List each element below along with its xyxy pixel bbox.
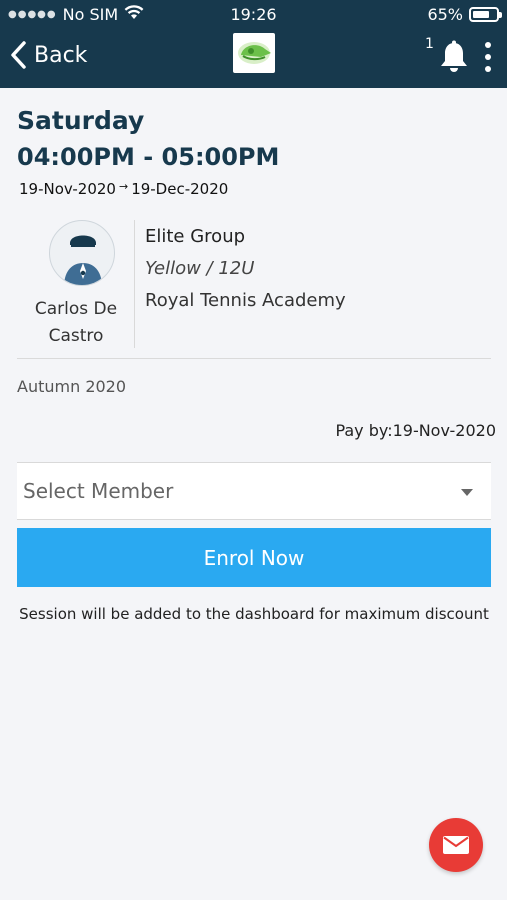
start-date: 19-Nov-2020	[19, 180, 116, 198]
session-time: 04:00PM - 05:00PM	[17, 143, 280, 171]
enrol-now-button[interactable]: Enrol Now	[17, 528, 491, 587]
select-member-dropdown[interactable]: Select Member	[17, 462, 491, 520]
back-label: Back	[34, 42, 88, 68]
pay-by-date: Pay by:19-Nov-2020	[335, 421, 496, 440]
notifications-button[interactable]	[438, 40, 470, 78]
academy-name: Royal Tennis Academy	[145, 290, 346, 311]
tennis-cap-logo-icon	[238, 42, 271, 64]
coach-card: Carlos De Castro	[17, 220, 135, 348]
chevron-left-icon	[11, 41, 26, 69]
discount-note: Session will be added to the dashboard f…	[19, 605, 489, 623]
status-right: 65%	[427, 5, 502, 24]
session-date-range: 19-Nov-2020 → 19-Dec-2020	[19, 179, 229, 199]
end-date: 19-Dec-2020	[131, 180, 229, 198]
app-logo	[233, 33, 275, 73]
status-bar: ●●●●● No SIM 19:26 65%	[0, 0, 507, 30]
bell-icon	[441, 40, 467, 72]
arrow-right-icon: →	[118, 179, 129, 193]
battery-icon	[469, 7, 502, 22]
battery-percent: 65%	[427, 5, 463, 24]
select-member-placeholder: Select Member	[23, 479, 174, 503]
term-label: Autumn 2020	[17, 377, 127, 396]
coach-name: Carlos De Castro	[34, 299, 118, 346]
more-vertical-icon[interactable]	[482, 42, 494, 72]
app-header: ●●●●● No SIM 19:26 65% Back 1	[0, 0, 507, 88]
divider	[17, 358, 491, 359]
mail-icon	[443, 836, 469, 854]
mail-fab-button[interactable]	[429, 818, 483, 872]
caret-down-icon	[461, 489, 473, 496]
back-button[interactable]: Back	[10, 38, 87, 72]
notification-count: 1	[425, 36, 434, 52]
coach-avatar-icon	[49, 220, 115, 286]
group-level: Yellow / 12U	[145, 258, 255, 279]
group-name: Elite Group	[145, 226, 246, 247]
session-day: Saturday	[17, 106, 145, 135]
